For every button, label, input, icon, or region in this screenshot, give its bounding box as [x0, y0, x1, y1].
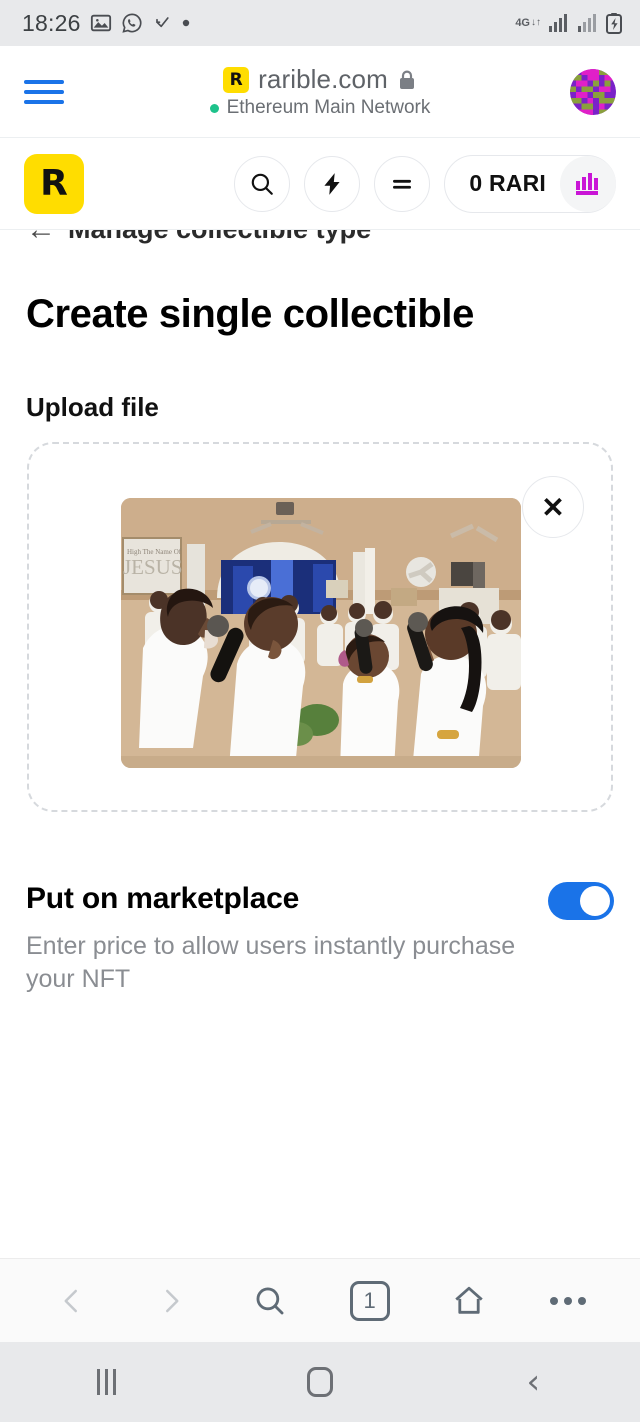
put-on-marketplace-toggle[interactable]: [548, 882, 614, 920]
status-bar-right: 4G ↓↑: [515, 12, 622, 34]
network-status: Ethereum Main Network: [209, 97, 431, 119]
rarible-logo[interactable]: R: [24, 153, 84, 214]
url-display[interactable]: R rarible.com: [223, 64, 417, 95]
signal-bars-1-icon: [548, 13, 570, 33]
browser-more-button[interactable]: [538, 1271, 598, 1331]
url-block: R rarible.com Ethereum Main Network: [0, 46, 640, 137]
page-title: Create single collectible: [26, 292, 474, 336]
put-on-marketplace-title: Put on marketplace: [26, 882, 300, 915]
more-options-icon: [550, 1296, 587, 1305]
back-link-label: Manage collectible type: [68, 230, 371, 245]
uploaded-image-preview: High The Name Of JESUS: [121, 498, 521, 768]
image-icon: [90, 12, 112, 34]
chevron-left-icon: [64, 1289, 77, 1312]
page-content: ← Manage collectible type Create single …: [0, 230, 640, 1258]
browser-tabs-button[interactable]: 1: [340, 1271, 400, 1331]
rari-balance-label: 0 RARI: [469, 170, 546, 196]
rarible-favicon: R: [223, 66, 250, 93]
tab-count-label: 1: [349, 1280, 390, 1321]
put-on-marketplace-description: Enter price to allow users instantly pur…: [26, 932, 516, 993]
church-choir-photo: High The Name Of JESUS: [121, 498, 521, 768]
browser-bottom-toolbar: 1: [0, 1258, 640, 1342]
search-icon: [256, 1287, 284, 1314]
equals-menu-icon: [389, 171, 415, 197]
url-text: rarible.com: [258, 64, 388, 94]
browser-forward-button[interactable]: [141, 1271, 201, 1331]
whatsapp-icon: [121, 12, 143, 34]
network-status-dot: [209, 103, 219, 113]
home-icon: [306, 1367, 333, 1397]
status-bar-clock: 18:26: [22, 9, 81, 36]
phone-screen: 18:26 4G ↓↑ R rarible.com Ethereum Main …: [0, 0, 640, 1422]
search-button[interactable]: [234, 155, 291, 212]
crown-icon: [560, 155, 616, 212]
nav-recents-button[interactable]: [77, 1352, 137, 1412]
arrow-left-icon: ←: [26, 230, 56, 245]
browser-url-bar: R rarible.com Ethereum Main Network: [0, 46, 640, 138]
chevron-right-icon: [165, 1289, 179, 1312]
browser-home-button[interactable]: [439, 1271, 499, 1331]
back-to-manage-collectible-type-link[interactable]: ← Manage collectible type: [26, 230, 371, 245]
rari-balance-button[interactable]: 0 RARI: [444, 154, 616, 213]
signal-bars-2-icon: [577, 13, 599, 33]
android-navigation-bar: ‹: [0, 1342, 640, 1422]
rarible-app-header: R 0 RARI: [0, 138, 640, 230]
activity-button[interactable]: [304, 155, 361, 212]
remove-file-button[interactable]: ✕: [522, 476, 584, 538]
file-dropzone[interactable]: ✕ High The Name Of JESUS: [27, 442, 613, 812]
mobile-data-4g-indicator: 4G ↓↑: [515, 16, 541, 29]
lock-icon: [397, 69, 417, 91]
android-status-bar: 18:26 4G ↓↑: [0, 0, 640, 46]
home-icon: [455, 1286, 483, 1314]
arrow-down-left-icon: [152, 13, 172, 33]
hamburger-menu-icon[interactable]: [24, 79, 64, 104]
status-bar-left: 18:26: [22, 10, 191, 37]
svg-text:JESUS: JESUS: [123, 555, 183, 579]
browser-search-button[interactable]: [240, 1271, 300, 1331]
upload-file-label: Upload file: [26, 392, 159, 422]
header-actions: 0 RARI: [234, 154, 616, 213]
back-chevron-icon: ‹: [526, 1362, 541, 1402]
nav-back-button[interactable]: ‹: [503, 1352, 563, 1412]
menu-button[interactable]: [374, 155, 431, 212]
dot-icon: [181, 18, 191, 28]
search-icon: [249, 171, 275, 197]
recents-icon: [97, 1369, 117, 1395]
browser-back-button[interactable]: [42, 1271, 102, 1331]
network-status-label: Ethereum Main Network: [226, 97, 431, 118]
avatar[interactable]: [570, 68, 616, 115]
nav-home-button[interactable]: [290, 1352, 350, 1412]
put-on-marketplace-row: Put on marketplace: [26, 882, 614, 920]
battery-charging-icon: [606, 12, 622, 34]
toggle-knob: [580, 886, 610, 916]
lightning-bolt-icon: [319, 171, 345, 197]
